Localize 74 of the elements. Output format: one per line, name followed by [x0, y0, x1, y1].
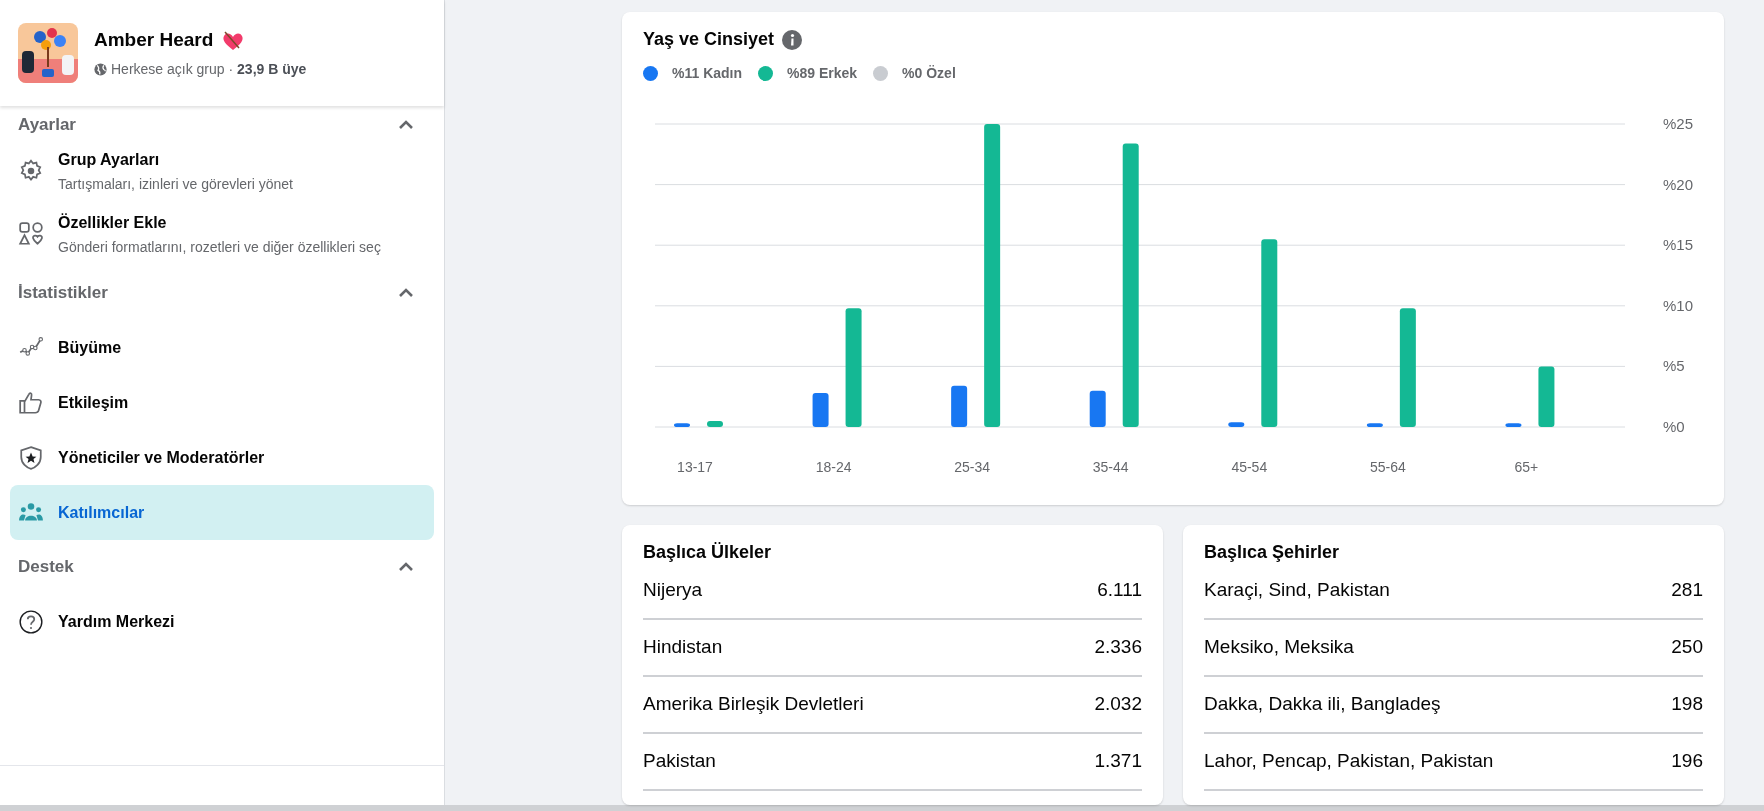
axis-category-label: 25-34 [954, 459, 991, 475]
axis-tick-label: %0 [1663, 418, 1685, 435]
sidebar-item[interactable]: Büyüme [10, 320, 434, 375]
row-count: 2.032 [1094, 692, 1142, 717]
help-icon [18, 608, 44, 635]
sidebar-item[interactable]: Etkileşim [10, 375, 434, 430]
bar [1228, 422, 1245, 427]
legend-label: %11 Kadın [672, 64, 743, 83]
row-label: Karaçi, Sind, Pakistan [1204, 578, 1390, 603]
item-label: Katılımcılar [58, 502, 145, 523]
row-label: Pakistan [643, 749, 716, 774]
axis-category-label: 18-24 [815, 459, 852, 475]
bar [951, 385, 968, 427]
sidebar-item[interactable]: Yardım Merkezi [10, 594, 434, 649]
globe-icon [94, 62, 107, 76]
shapes-icon [18, 221, 44, 247]
axis-tick-label: %10 [1663, 296, 1694, 314]
item-description: Gönderi formatlarını, rozetleri ve diğer özellikleri seç [58, 238, 381, 257]
group-name[interactable]: Amber Heard [94, 26, 214, 55]
card-title: Başlıca Ülkeler [643, 541, 773, 563]
bar [1505, 423, 1522, 427]
legend-label: %0 Özel [902, 64, 956, 83]
row-count: 198 [1671, 692, 1703, 717]
row-label: Nijerya [643, 578, 703, 603]
row-label: Dakka, Dakka ili, Bangladeş [1204, 692, 1441, 717]
axis-tick-label: %5 [1663, 357, 1685, 375]
thumbs-up-icon [18, 389, 44, 416]
shield-star-icon [18, 444, 44, 471]
group-meta: Herkese açık grup · 23,9 B üye [111, 59, 307, 79]
chevron-icon[interactable] [398, 562, 414, 572]
axis-category-label: 45-54 [1231, 459, 1268, 475]
axis-tick-label: %25 [1663, 115, 1694, 132]
row-count: 281 [1671, 578, 1703, 603]
sidebar-item[interactable]: Katılımcılar [10, 485, 434, 540]
item-label: Büyüme [58, 337, 122, 358]
axis-category-label: 13-17 [677, 459, 713, 475]
axis-tick-label: %15 [1663, 236, 1694, 254]
sidebar-item[interactable]: Yöneticiler ve Moderatörler [10, 430, 434, 485]
item-label: Yöneticiler ve Moderatörler [58, 447, 265, 468]
bar [812, 393, 829, 427]
item-label: Yardım Merkezi [58, 611, 175, 632]
axis-category-label: 55-64 [1369, 459, 1406, 475]
item-description: Tartışmaları, izinleri ve görevleri yönet [58, 175, 293, 194]
row-count: 1.371 [1094, 749, 1142, 774]
sidebar-item[interactable]: Özellikler Ekle Gönderi formatlarını, rozetleri ve diğer özellikleri seç [10, 203, 434, 266]
card-title: Başlıca Şehirler [1204, 541, 1341, 563]
item-label: Özellikler Ekle [58, 212, 168, 233]
axis-category-label: 65+ [1514, 459, 1539, 475]
axis-category-label: 35-44 [1092, 459, 1129, 475]
chart-title: Yaş ve Cinsiyet [643, 28, 775, 51]
item-label: Grup Ayarları [58, 150, 161, 170]
chevron-icon[interactable] [398, 288, 414, 298]
axis-tick-label: %20 [1663, 175, 1694, 193]
row-count: 2.336 [1094, 635, 1142, 660]
row-label: Meksiko, Meksika [1204, 635, 1354, 660]
section-title: İstatistikler [18, 282, 108, 305]
row-count: 250 [1671, 635, 1703, 660]
bar [707, 420, 723, 427]
row-count: 196 [1671, 749, 1703, 774]
info-icon[interactable] [782, 29, 803, 50]
row-label: Hindistan [643, 635, 723, 660]
section-title: Ayarlar [18, 114, 76, 137]
row-count: 6.111 [1097, 578, 1142, 603]
row-label: Amerika Birleşik Devletleri [643, 692, 864, 717]
chevron-icon[interactable] [398, 120, 414, 130]
bar [674, 423, 690, 427]
bar [1538, 366, 1555, 427]
section-title: Destek [18, 556, 74, 579]
bar [1089, 390, 1106, 427]
item-label: Etkileşim [58, 392, 129, 413]
legend-label: %89 Erkek [787, 64, 858, 83]
sidebar-item[interactable]: Grup Ayarları Tartışmaları, izinleri ve görevleri yönet [10, 140, 434, 203]
bar [1366, 423, 1383, 427]
row-label: Lahor, Pencap, Pakistan, Pakistan [1204, 749, 1494, 774]
